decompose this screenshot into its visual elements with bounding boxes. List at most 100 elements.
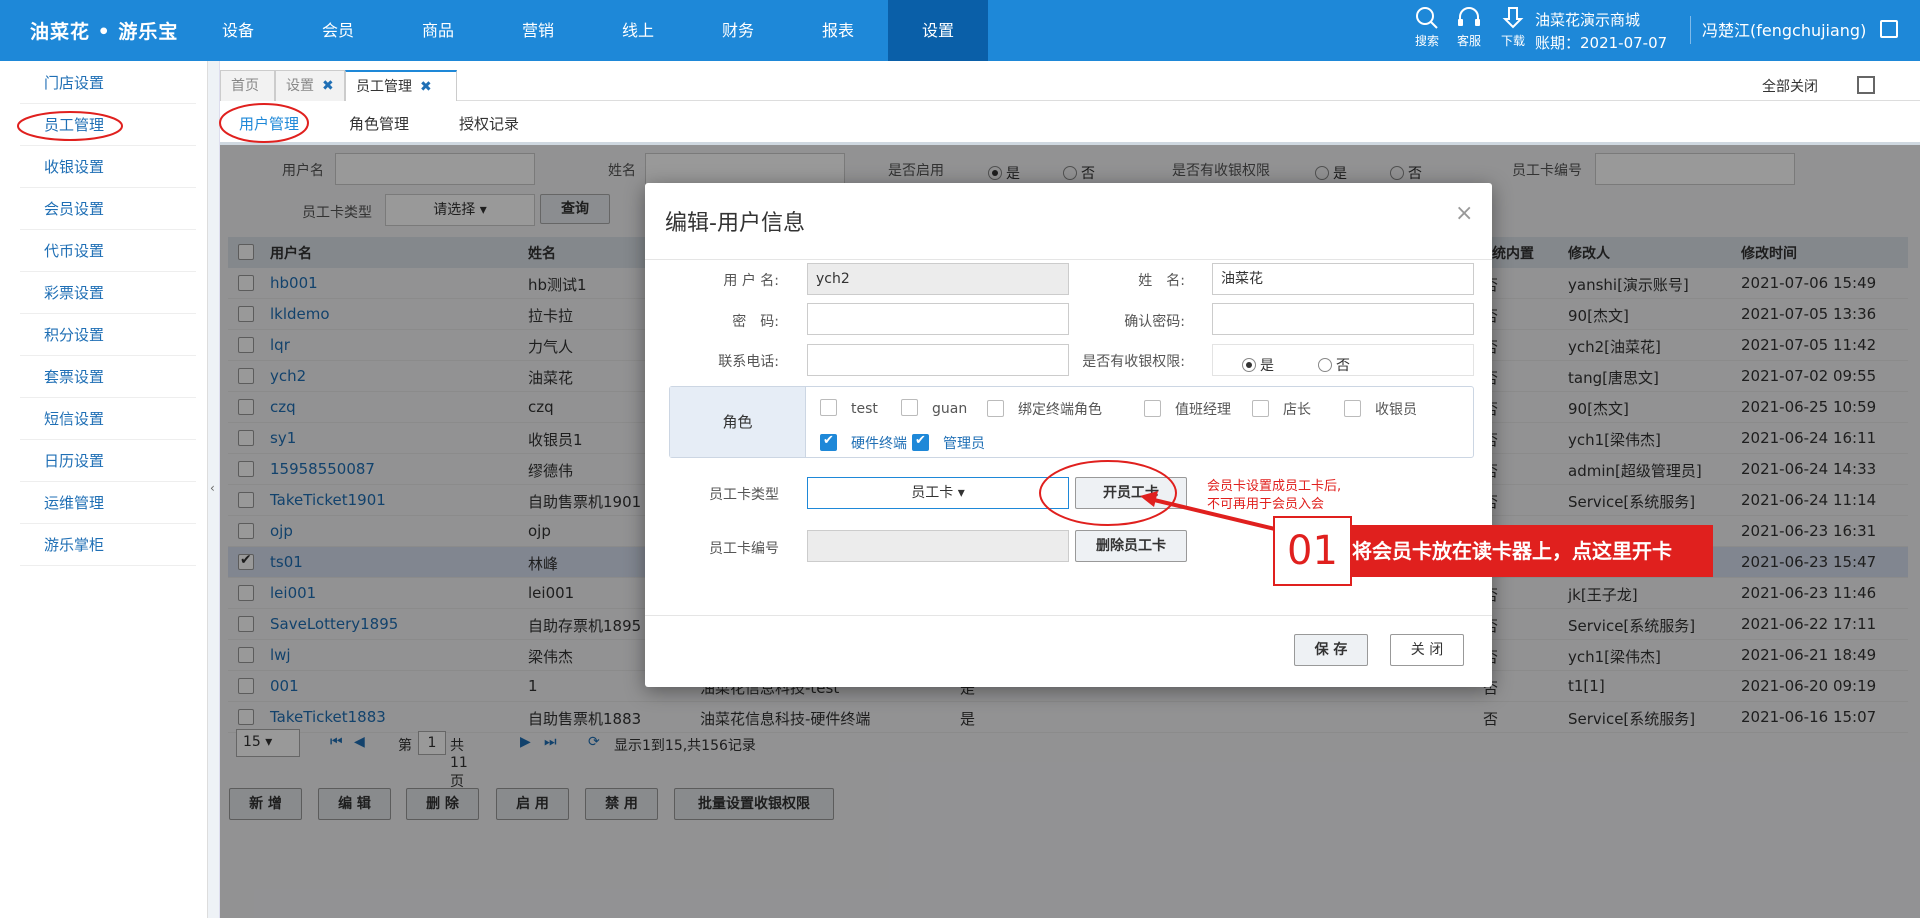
- password-label: 密 码:: [732, 314, 779, 330]
- card-type-value: 员工卡: [911, 485, 954, 501]
- tab-staff-label: 员工管理: [356, 79, 412, 95]
- arrow-head: [1140, 491, 1158, 507]
- sidebar-item-points[interactable]: 积分设置: [20, 314, 196, 356]
- sidebar-item-store[interactable]: 门店设置: [20, 62, 196, 104]
- nav-member[interactable]: 会员: [288, 0, 388, 61]
- nav-goods[interactable]: 商品: [388, 0, 488, 61]
- checkbox-icon: [820, 433, 837, 451]
- name-field[interactable]: 油菜花: [1212, 263, 1474, 295]
- caret-down-icon: ▾: [957, 485, 965, 501]
- role-checkbox[interactable]: 店长: [1252, 399, 1311, 419]
- sidebar-item-calendar[interactable]: 日历设置: [20, 440, 196, 482]
- tab-settings-label: 设置: [286, 78, 314, 94]
- search-button[interactable]: 搜索: [1410, 6, 1444, 49]
- save-button[interactable]: 保 存: [1294, 634, 1368, 666]
- chevron-left-icon: ‹: [210, 481, 215, 495]
- phone-label: 联系电话:: [718, 354, 779, 370]
- checkbox-icon: [912, 433, 929, 451]
- support-button[interactable]: 客服: [1452, 6, 1486, 49]
- tab-staff[interactable]: 员工管理 ✖: [345, 70, 457, 101]
- nav-report[interactable]: 报表: [788, 0, 888, 61]
- close-button[interactable]: 关 闭: [1390, 634, 1464, 666]
- current-user[interactable]: 冯楚江(fengchujiang): [1702, 17, 1866, 41]
- checkbox-icon: [1344, 400, 1361, 417]
- confirm-password-field[interactable]: [1212, 303, 1474, 335]
- role-checkbox-label: test: [851, 401, 878, 417]
- cashier-yes-label: 是: [1260, 358, 1274, 374]
- card-note-line1: 会员卡设置成员工卡后,: [1207, 479, 1342, 494]
- user-menu-icon[interactable]: [1880, 20, 1898, 38]
- download-icon: [1502, 7, 1524, 29]
- nav-finance[interactable]: 财务: [688, 0, 788, 61]
- nav-device[interactable]: 设备: [188, 0, 288, 61]
- tab-home-label: 首页: [231, 78, 259, 94]
- nav-marketing[interactable]: 营销: [488, 0, 588, 61]
- radio-checked-icon: [1242, 358, 1256, 372]
- top-bar: 油菜花 • 游乐宝 设备 会员 商品 营销 线上 财务 报表 设置 搜索 客服 …: [0, 0, 1920, 61]
- fullscreen-icon[interactable]: [1857, 76, 1875, 94]
- checkbox-icon: [1252, 400, 1269, 417]
- page-tab-bar: 首页 设置 ✖ 员工管理 ✖: [220, 61, 1920, 101]
- download-label: 下载: [1500, 34, 1525, 48]
- cashier-no-label: 否: [1336, 358, 1350, 374]
- account-period: 账期：2021-07-07: [1535, 34, 1668, 52]
- cashier-permission-label: 是否有收银权限:: [1082, 354, 1185, 370]
- username-field[interactable]: ych2: [807, 263, 1069, 295]
- role-checkbox[interactable]: test: [820, 399, 878, 417]
- role-checkbox-label: 收银员: [1375, 402, 1417, 418]
- cashier-permission-yes[interactable]: 是: [1242, 355, 1274, 375]
- role-checkbox[interactable]: 绑定终端角色: [987, 399, 1102, 419]
- store-name[interactable]: 油菜花演示商城: [1535, 9, 1640, 30]
- role-checkbox[interactable]: guan: [901, 399, 967, 417]
- subtab-roles[interactable]: 角色管理: [349, 113, 409, 134]
- nav-online[interactable]: 线上: [588, 0, 688, 61]
- card-note-line2: 不可再用于会员入会: [1207, 497, 1325, 512]
- callout-step-number: 01: [1273, 516, 1352, 586]
- search-icon: [1416, 7, 1438, 29]
- close-icon[interactable]: ✖: [322, 78, 334, 94]
- role-checkbox[interactable]: 值班经理: [1144, 399, 1231, 419]
- role-checkbox[interactable]: 硬件终端: [820, 433, 907, 453]
- close-icon[interactable]: ✖: [420, 79, 432, 95]
- sidebar-item-cashier[interactable]: 收银设置: [20, 146, 196, 188]
- role-checkbox-label: 硬件终端: [851, 436, 907, 452]
- sidebar-item-lottery[interactable]: 彩票设置: [20, 272, 196, 314]
- role-checkbox[interactable]: 收银员: [1344, 399, 1417, 419]
- password-field[interactable]: [807, 303, 1069, 335]
- tab-settings[interactable]: 设置 ✖: [275, 70, 345, 101]
- topbar-divider: [1690, 16, 1691, 44]
- tab-home[interactable]: 首页: [220, 70, 275, 101]
- name-label: 姓 名:: [1138, 273, 1185, 289]
- role-checkbox-label: 管理员: [943, 436, 985, 452]
- support-label: 客服: [1456, 34, 1481, 48]
- checkbox-icon: [820, 399, 837, 416]
- sidebar-item-manager[interactable]: 游乐掌柜: [20, 524, 196, 566]
- subtab-auth-log[interactable]: 授权记录: [459, 113, 519, 134]
- checkbox-icon: [901, 399, 918, 416]
- download-button[interactable]: 下载: [1496, 6, 1530, 49]
- card-no-label: 员工卡编号: [709, 541, 779, 557]
- sidebar-item-ops[interactable]: 运维管理: [20, 482, 196, 524]
- card-note: 会员卡设置成员工卡后, 不可再用于会员入会: [1207, 478, 1341, 514]
- sidebar-item-sms[interactable]: 短信设置: [20, 398, 196, 440]
- phone-field[interactable]: [807, 344, 1069, 376]
- sidebar-item-member[interactable]: 会员设置: [20, 188, 196, 230]
- callout-text: 将会员卡放在读卡器上，点这里开卡: [1340, 525, 1713, 577]
- confirm-password-label: 确认密码:: [1124, 314, 1185, 330]
- sidebar-collapse-handle[interactable]: ‹: [208, 61, 220, 918]
- app-logo[interactable]: 油菜花 • 游乐宝: [30, 17, 178, 44]
- close-icon[interactable]: ×: [1455, 201, 1473, 226]
- highlight-circle-staff: [17, 111, 123, 141]
- nav-settings[interactable]: 设置: [888, 0, 988, 61]
- role-checkbox[interactable]: 管理员: [912, 433, 985, 453]
- cashier-permission-no[interactable]: 否: [1318, 355, 1350, 375]
- role-checkbox-label: 店长: [1283, 402, 1311, 418]
- checkbox-icon: [1144, 400, 1161, 417]
- edit-user-dialog: 编辑-用户信息 × 用 户 名: ych2 姓 名: 油菜花 密 码: 确认密码…: [645, 183, 1492, 687]
- close-all-tabs-button[interactable]: 全部关闭: [1762, 76, 1818, 96]
- sidebar-item-package[interactable]: 套票设置: [20, 356, 196, 398]
- sub-tab-bar: 用户管理 角色管理 授权记录: [219, 101, 1920, 145]
- sidebar: 门店设置 员工管理 收银设置 会员设置 代币设置 彩票设置 积分设置 套票设置 …: [0, 61, 208, 918]
- sidebar-item-token[interactable]: 代币设置: [20, 230, 196, 272]
- dialog-title-divider: [645, 259, 1492, 260]
